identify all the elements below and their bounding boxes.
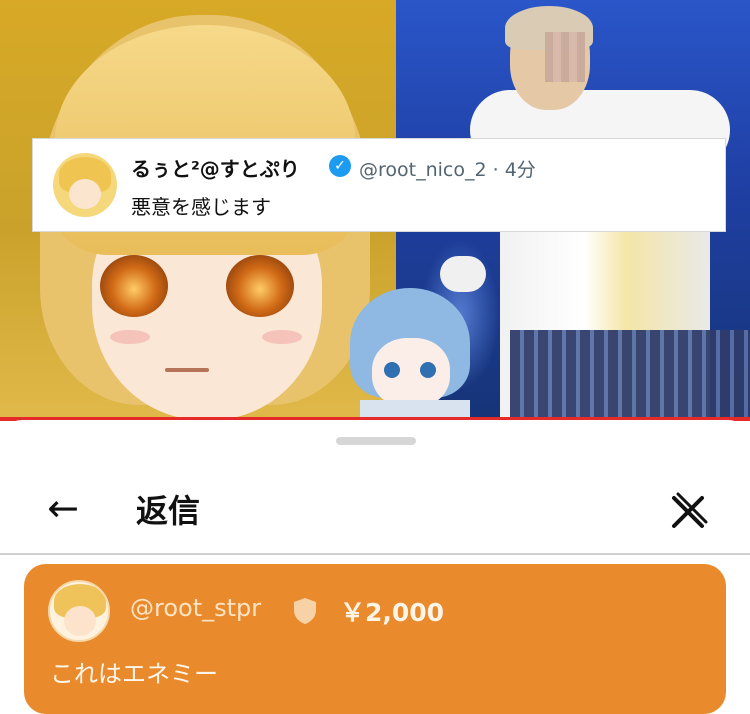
- chibi-character-eye: [420, 362, 436, 378]
- tweet-display-name: るぅと²@すとぷり: [131, 157, 300, 181]
- anime-character-blush: [262, 330, 302, 344]
- anime-character-eye-left: [100, 255, 168, 317]
- super-chat-username: @root_stpr: [130, 594, 262, 622]
- anime-character-blush: [110, 330, 150, 344]
- embedded-tweet: るぅと²@すとぷり ✓ @root_nico_2 · 4分 悪意を感じます: [32, 138, 726, 232]
- verified-badge-icon: ✓: [329, 155, 351, 177]
- tweet-handle-time: @root_nico_2 · 4分: [359, 159, 536, 181]
- chibi-character-eye: [384, 362, 400, 378]
- header-divider: [0, 553, 750, 555]
- close-icon: [672, 492, 708, 528]
- tweet-text: 悪意を感じます: [131, 195, 271, 219]
- shield-icon: [294, 598, 316, 624]
- performer-pants: [510, 330, 750, 420]
- sheet-drag-handle[interactable]: [336, 437, 416, 445]
- arrow-left-icon: ←: [47, 486, 79, 530]
- close-button[interactable]: [664, 488, 712, 536]
- super-chat-message: これはエネミー: [50, 660, 218, 688]
- back-button[interactable]: ←: [38, 484, 88, 532]
- super-chat-card[interactable]: [24, 564, 726, 714]
- page-title: 返信: [136, 492, 201, 530]
- mosaic-blur: [545, 32, 585, 82]
- tweet-avatar: [53, 153, 117, 217]
- performer-hand: [440, 256, 486, 292]
- anime-character-mouth: [165, 368, 209, 372]
- avatar: [48, 580, 110, 642]
- anime-character-eye-right: [226, 255, 294, 317]
- video-player[interactable]: るぅと²@すとぷり ✓ @root_nico_2 · 4分 悪意を感じます: [0, 0, 750, 420]
- super-chat-amount: ￥2,000: [340, 598, 445, 627]
